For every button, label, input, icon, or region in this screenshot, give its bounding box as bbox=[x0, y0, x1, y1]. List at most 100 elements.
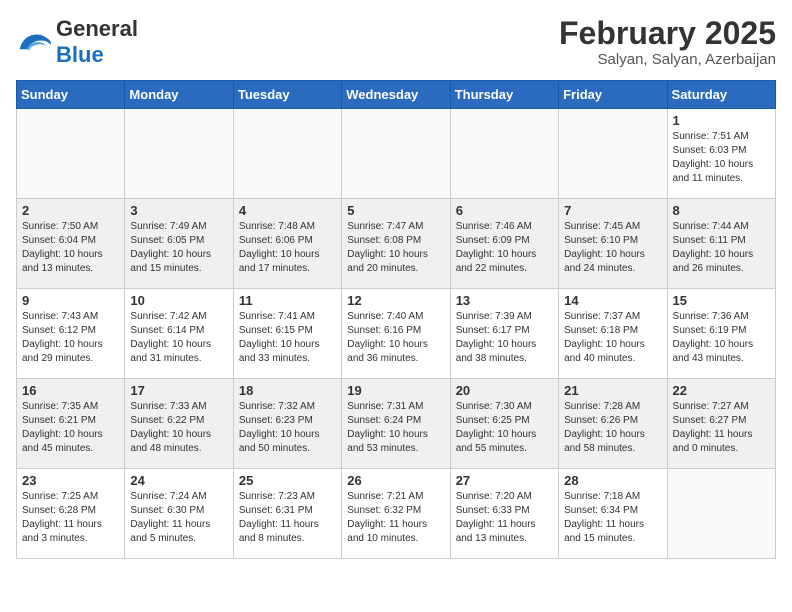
day-info: Sunrise: 7:28 AM Sunset: 6:26 PM Dayligh… bbox=[564, 400, 661, 456]
day-number: 13 bbox=[456, 293, 553, 308]
weekday-header-sunday: Sunday bbox=[17, 81, 125, 109]
week-row-3: 9 Sunrise: 7:43 AM Sunset: 6:12 PM Daylig… bbox=[17, 289, 776, 379]
day-info: Sunrise: 7:36 AM Sunset: 6:19 PM Dayligh… bbox=[673, 310, 770, 366]
day-info: Sunrise: 7:49 AM Sunset: 6:05 PM Dayligh… bbox=[130, 220, 227, 276]
day-cell: 23 Sunrise: 7:25 AM Sunset: 6:28 PM Dayli… bbox=[17, 469, 125, 559]
day-cell bbox=[342, 109, 450, 199]
day-cell: 16Sunrise: 7:35 AM Sunset: 6:21 PM Dayli… bbox=[17, 379, 125, 469]
weekday-header-saturday: Saturday bbox=[667, 81, 775, 109]
day-cell bbox=[17, 109, 125, 199]
day-cell: 4 Sunrise: 7:48 AM Sunset: 6:06 PM Daylig… bbox=[233, 199, 341, 289]
week-row-4: 16Sunrise: 7:35 AM Sunset: 6:21 PM Dayli… bbox=[17, 379, 776, 469]
day-cell: 21 Sunrise: 7:28 AM Sunset: 6:26 PM Dayli… bbox=[559, 379, 667, 469]
logo-text: General Blue bbox=[56, 16, 138, 68]
day-info: Sunrise: 7:33 AM Sunset: 6:22 PM Dayligh… bbox=[130, 400, 227, 456]
day-info: Sunrise: 7:43 AM Sunset: 6:12 PM Dayligh… bbox=[22, 310, 119, 366]
calendar-subtitle: Salyan, Salyan, Azerbaijan bbox=[559, 51, 776, 68]
day-cell: 18 Sunrise: 7:32 AM Sunset: 6:23 PM Dayli… bbox=[233, 379, 341, 469]
day-number: 23 bbox=[22, 473, 119, 488]
day-cell: 26 Sunrise: 7:21 AM Sunset: 6:32 PM Dayli… bbox=[342, 469, 450, 559]
day-info: Sunrise: 7:27 AM Sunset: 6:27 PM Dayligh… bbox=[673, 400, 770, 456]
day-cell: 19Sunrise: 7:31 AM Sunset: 6:24 PM Dayli… bbox=[342, 379, 450, 469]
week-row-2: 2Sunrise: 7:50 AM Sunset: 6:04 PM Daylig… bbox=[17, 199, 776, 289]
day-cell: 2Sunrise: 7:50 AM Sunset: 6:04 PM Daylig… bbox=[17, 199, 125, 289]
day-number: 7 bbox=[564, 203, 661, 218]
day-cell: 22 Sunrise: 7:27 AM Sunset: 6:27 PM Dayli… bbox=[667, 379, 775, 469]
day-number: 12 bbox=[347, 293, 444, 308]
day-cell: 13 Sunrise: 7:39 AM Sunset: 6:17 PM Dayli… bbox=[450, 289, 558, 379]
day-number: 3 bbox=[130, 203, 227, 218]
day-cell bbox=[667, 469, 775, 559]
day-cell: 12 Sunrise: 7:40 AM Sunset: 6:16 PM Dayli… bbox=[342, 289, 450, 379]
day-info: Sunrise: 7:21 AM Sunset: 6:32 PM Dayligh… bbox=[347, 490, 444, 546]
day-info: Sunrise: 7:40 AM Sunset: 6:16 PM Dayligh… bbox=[347, 310, 444, 366]
day-cell: 27Sunrise: 7:20 AM Sunset: 6:33 PM Dayli… bbox=[450, 469, 558, 559]
day-cell bbox=[233, 109, 341, 199]
day-cell: 5Sunrise: 7:47 AM Sunset: 6:08 PM Daylig… bbox=[342, 199, 450, 289]
logo: General Blue bbox=[16, 16, 138, 68]
day-number: 10 bbox=[130, 293, 227, 308]
day-info: Sunrise: 7:48 AM Sunset: 6:06 PM Dayligh… bbox=[239, 220, 336, 276]
day-cell: 7 Sunrise: 7:45 AM Sunset: 6:10 PM Daylig… bbox=[559, 199, 667, 289]
week-row-1: 1 Sunrise: 7:51 AM Sunset: 6:03 PM Daylig… bbox=[17, 109, 776, 199]
day-number: 14 bbox=[564, 293, 661, 308]
day-cell: 28 Sunrise: 7:18 AM Sunset: 6:34 PM Dayli… bbox=[559, 469, 667, 559]
day-number: 18 bbox=[239, 383, 336, 398]
day-info: Sunrise: 7:30 AM Sunset: 6:25 PM Dayligh… bbox=[456, 400, 553, 456]
day-info: Sunrise: 7:39 AM Sunset: 6:17 PM Dayligh… bbox=[456, 310, 553, 366]
logo-icon bbox=[16, 29, 52, 55]
day-info: Sunrise: 7:50 AM Sunset: 6:04 PM Dayligh… bbox=[22, 220, 119, 276]
day-cell: 3 Sunrise: 7:49 AM Sunset: 6:05 PM Daylig… bbox=[125, 199, 233, 289]
day-info: Sunrise: 7:37 AM Sunset: 6:18 PM Dayligh… bbox=[564, 310, 661, 366]
day-cell: 14 Sunrise: 7:37 AM Sunset: 6:18 PM Dayli… bbox=[559, 289, 667, 379]
weekday-header-friday: Friday bbox=[559, 81, 667, 109]
day-info: Sunrise: 7:51 AM Sunset: 6:03 PM Dayligh… bbox=[673, 130, 770, 186]
day-info: Sunrise: 7:44 AM Sunset: 6:11 PM Dayligh… bbox=[673, 220, 770, 276]
weekday-header-thursday: Thursday bbox=[450, 81, 558, 109]
day-number: 1 bbox=[673, 113, 770, 128]
day-cell bbox=[559, 109, 667, 199]
day-info: Sunrise: 7:24 AM Sunset: 6:30 PM Dayligh… bbox=[130, 490, 227, 546]
day-number: 4 bbox=[239, 203, 336, 218]
day-number: 20 bbox=[456, 383, 553, 398]
day-cell: 6 Sunrise: 7:46 AM Sunset: 6:09 PM Daylig… bbox=[450, 199, 558, 289]
day-cell: 20 Sunrise: 7:30 AM Sunset: 6:25 PM Dayli… bbox=[450, 379, 558, 469]
weekday-header-tuesday: Tuesday bbox=[233, 81, 341, 109]
day-cell: 9 Sunrise: 7:43 AM Sunset: 6:12 PM Daylig… bbox=[17, 289, 125, 379]
weekday-header-monday: Monday bbox=[125, 81, 233, 109]
calendar-title: February 2025 bbox=[559, 16, 776, 51]
day-info: Sunrise: 7:42 AM Sunset: 6:14 PM Dayligh… bbox=[130, 310, 227, 366]
day-number: 17 bbox=[130, 383, 227, 398]
calendar-table: SundayMondayTuesdayWednesdayThursdayFrid… bbox=[16, 80, 776, 559]
day-number: 6 bbox=[456, 203, 553, 218]
day-number: 24 bbox=[130, 473, 227, 488]
day-info: Sunrise: 7:18 AM Sunset: 6:34 PM Dayligh… bbox=[564, 490, 661, 546]
day-number: 16 bbox=[22, 383, 119, 398]
day-cell: 11 Sunrise: 7:41 AM Sunset: 6:15 PM Dayli… bbox=[233, 289, 341, 379]
day-number: 21 bbox=[564, 383, 661, 398]
day-cell: 17 Sunrise: 7:33 AM Sunset: 6:22 PM Dayli… bbox=[125, 379, 233, 469]
day-info: Sunrise: 7:41 AM Sunset: 6:15 PM Dayligh… bbox=[239, 310, 336, 366]
day-cell bbox=[125, 109, 233, 199]
day-info: Sunrise: 7:23 AM Sunset: 6:31 PM Dayligh… bbox=[239, 490, 336, 546]
day-number: 26 bbox=[347, 473, 444, 488]
title-area: February 2025 Salyan, Salyan, Azerbaijan bbox=[559, 16, 776, 68]
week-row-5: 23 Sunrise: 7:25 AM Sunset: 6:28 PM Dayli… bbox=[17, 469, 776, 559]
weekday-header-wednesday: Wednesday bbox=[342, 81, 450, 109]
day-cell: 8Sunrise: 7:44 AM Sunset: 6:11 PM Daylig… bbox=[667, 199, 775, 289]
weekday-header-row: SundayMondayTuesdayWednesdayThursdayFrid… bbox=[17, 81, 776, 109]
day-info: Sunrise: 7:47 AM Sunset: 6:08 PM Dayligh… bbox=[347, 220, 444, 276]
day-info: Sunrise: 7:32 AM Sunset: 6:23 PM Dayligh… bbox=[239, 400, 336, 456]
day-number: 22 bbox=[673, 383, 770, 398]
day-info: Sunrise: 7:20 AM Sunset: 6:33 PM Dayligh… bbox=[456, 490, 553, 546]
day-number: 25 bbox=[239, 473, 336, 488]
day-number: 15 bbox=[673, 293, 770, 308]
day-info: Sunrise: 7:46 AM Sunset: 6:09 PM Dayligh… bbox=[456, 220, 553, 276]
day-info: Sunrise: 7:45 AM Sunset: 6:10 PM Dayligh… bbox=[564, 220, 661, 276]
day-number: 11 bbox=[239, 293, 336, 308]
day-cell: 15 Sunrise: 7:36 AM Sunset: 6:19 PM Dayli… bbox=[667, 289, 775, 379]
day-number: 9 bbox=[22, 293, 119, 308]
day-number: 28 bbox=[564, 473, 661, 488]
day-info: Sunrise: 7:25 AM Sunset: 6:28 PM Dayligh… bbox=[22, 490, 119, 546]
day-info: Sunrise: 7:31 AM Sunset: 6:24 PM Dayligh… bbox=[347, 400, 444, 456]
